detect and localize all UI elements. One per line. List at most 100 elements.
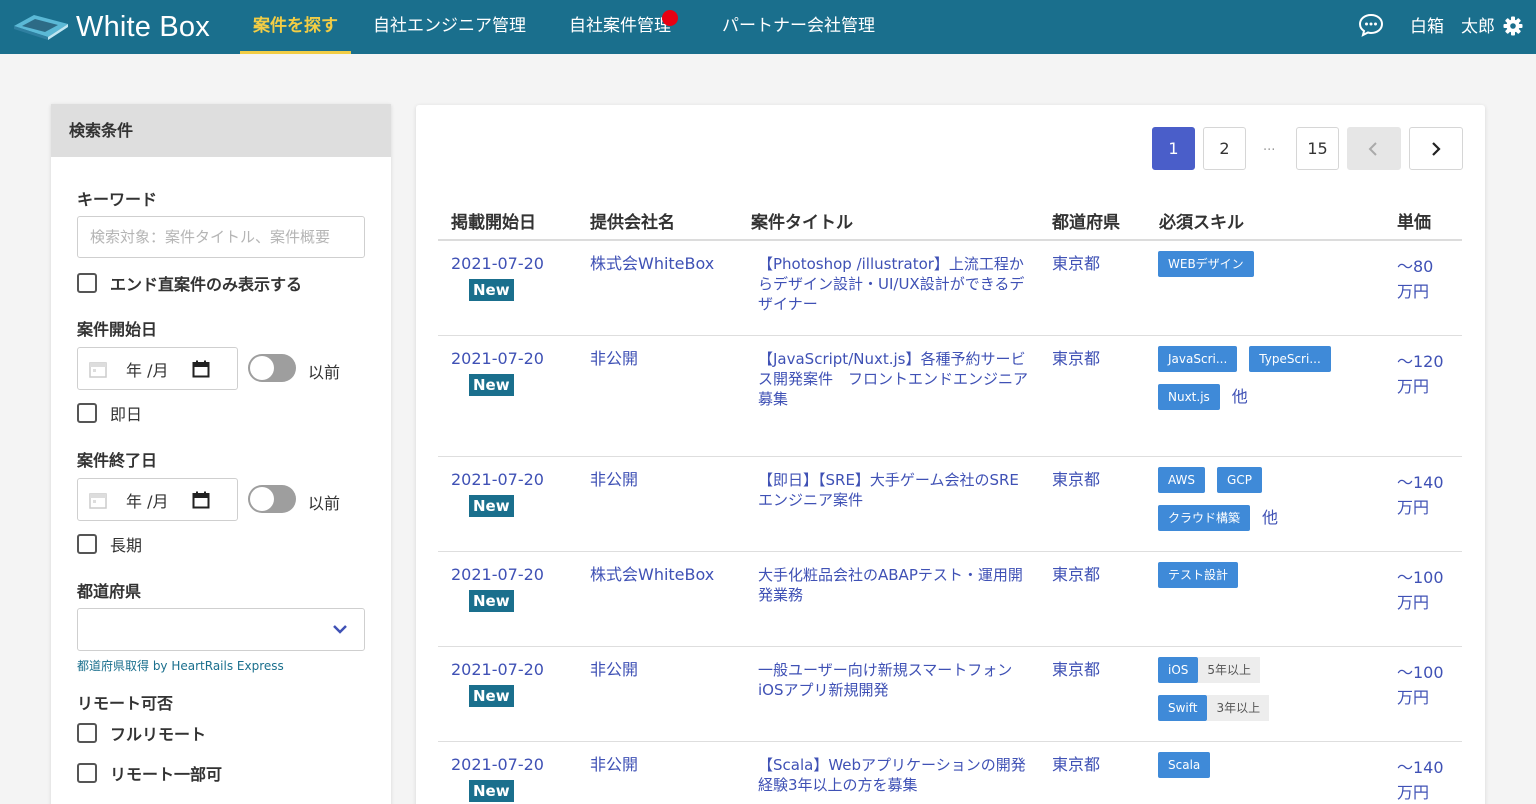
company-name[interactable]: 非公開 (590, 349, 638, 369)
notification-dot (662, 10, 678, 26)
unit-price[interactable]: 〜140 万円 (1397, 470, 1444, 520)
new-badge: New (469, 374, 514, 396)
col-header-prefecture[interactable]: 都道府県 (1052, 208, 1120, 233)
skill-chip[interactable]: TypeScri... (1249, 346, 1331, 372)
table-row[interactable]: 2021-07-20 New 非公開 【即日】【SRE】大手ゲーム会社のSREエンジニ… (438, 457, 1462, 552)
project-title[interactable]: 一般ユーザー向け新規スマートフォンiOSアプリ新規開発 (758, 660, 1028, 700)
calendar-placeholder-icon (89, 361, 107, 378)
immediate-checkbox[interactable]: 即日 (77, 402, 142, 424)
prefecture-credit[interactable]: 都道府県取得 by HeartRails Express (77, 657, 284, 674)
posted-date[interactable]: 2021-07-20 (451, 470, 544, 490)
posted-date[interactable]: 2021-07-20 (451, 755, 544, 775)
posted-date[interactable]: 2021-07-20 (451, 660, 544, 680)
nav-partner-management[interactable]: パートナー会社管理 (722, 0, 875, 54)
table-row[interactable]: 2021-07-20 New 株式会WhiteBox 大手化粧品会社のABAPテスト・… (438, 552, 1462, 647)
start-date-text: 年 /月 (126, 360, 169, 380)
price-unit: 万円 (1397, 282, 1430, 301)
table-row[interactable]: 2021-07-20 New 非公開 【JavaScript/Nuxt.js】各種予約… (438, 336, 1462, 457)
posted-date[interactable]: 2021-07-20 (451, 349, 544, 369)
project-title[interactable]: 大手化粧品会社のABAPテスト・運用開発業務 (758, 565, 1028, 605)
checkbox-box[interactable] (77, 273, 97, 293)
start-date-before-label: 以前 (308, 363, 341, 382)
prev-page-button[interactable] (1347, 127, 1401, 170)
checkbox-box[interactable] (77, 403, 97, 423)
prefecture[interactable]: 東京都 (1052, 254, 1100, 274)
more-skills-link[interactable]: 他 (1232, 387, 1248, 407)
page-15-button[interactable]: 15 (1296, 127, 1339, 170)
nav-find-projects[interactable]: 案件を探す (240, 0, 351, 54)
checkbox-box[interactable] (77, 763, 97, 783)
company-name[interactable]: 非公開 (590, 470, 638, 490)
project-title[interactable]: 【Photoshop /illustrator】上流工程からデザイン設計・UI/… (758, 254, 1028, 314)
page-1-button[interactable]: 1 (1152, 127, 1195, 170)
posted-date[interactable]: 2021-07-20 (451, 565, 544, 585)
table-row[interactable]: 2021-07-20 New 株式会WhiteBox 【Photoshop /illu… (438, 241, 1462, 336)
posted-date[interactable]: 2021-07-20 (451, 254, 544, 274)
end-direct-checkbox[interactable]: エンド直案件のみ表示する (77, 272, 302, 294)
skill-chip[interactable]: クラウド構築 (1158, 505, 1251, 531)
skill-chip[interactable]: Swift (1158, 695, 1208, 721)
user-first-name[interactable]: 太郎 (1461, 0, 1495, 54)
end-date-input[interactable]: 年 /月 (77, 478, 238, 521)
new-badge: New (469, 590, 514, 612)
skill-chip[interactable]: iOS (1158, 657, 1199, 683)
prefecture[interactable]: 東京都 (1052, 565, 1100, 585)
col-header-skills[interactable]: 必須スキル (1159, 208, 1244, 233)
unit-price[interactable]: 〜100 万円 (1397, 660, 1444, 710)
chat-icon[interactable] (1358, 13, 1384, 41)
unit-price[interactable]: 〜120 万円 (1397, 349, 1444, 399)
skill-chip[interactable]: GCP (1217, 467, 1262, 493)
nav-project-management[interactable]: 自社案件管理 (569, 0, 671, 54)
skill-line: Nuxt.js 他 (1158, 384, 1388, 410)
unit-price[interactable]: 〜80 万円 (1397, 254, 1433, 304)
skill-line: クラウド構築他 (1158, 505, 1388, 531)
skill-chip[interactable]: AWS (1158, 467, 1206, 493)
skill-chip[interactable]: JavaScri... (1158, 346, 1238, 372)
page-2-button[interactable]: 2 (1203, 127, 1246, 170)
calendar-icon[interactable] (192, 491, 210, 509)
col-header-price[interactable]: 単価 (1397, 208, 1431, 233)
next-page-button[interactable] (1409, 127, 1463, 170)
project-title[interactable]: 【即日】【SRE】大手ゲーム会社のSREエンジニア案件 (758, 470, 1028, 510)
prefecture[interactable]: 東京都 (1052, 660, 1100, 680)
company-name[interactable]: 非公開 (590, 660, 638, 680)
full-remote-checkbox[interactable]: フルリモート (77, 722, 206, 744)
skill-chip[interactable]: テスト設計 (1158, 562, 1239, 588)
project-title[interactable]: 【JavaScript/Nuxt.js】各種予約サービス開発案件 フロントエンド… (758, 349, 1028, 409)
price-unit: 万円 (1397, 377, 1430, 396)
logo[interactable]: White Box (12, 8, 210, 46)
table-row[interactable]: 2021-07-20 New 非公開 【Scala】Webアプリケーションの開発経験3… (438, 742, 1462, 804)
company-name[interactable]: 株式会WhiteBox (590, 565, 714, 585)
col-header-title[interactable]: 案件タイトル (751, 208, 853, 233)
more-skills-link[interactable]: 他 (1262, 508, 1278, 528)
calendar-icon[interactable] (192, 360, 210, 378)
prefecture[interactable]: 東京都 (1052, 349, 1100, 369)
unit-price[interactable]: 〜140 万円 (1397, 755, 1444, 804)
gear-icon[interactable] (1503, 16, 1523, 40)
skill-chip[interactable]: Scala (1158, 752, 1211, 778)
table-row[interactable]: 2021-07-20 New 非公開 一般ユーザー向け新規スマートフォンiOSアプリ新… (438, 647, 1462, 742)
skill-chip[interactable]: WEBデザイン (1158, 251, 1254, 277)
partial-remote-checkbox[interactable]: リモート一部可 (77, 762, 222, 784)
remote-label: リモート可否 (77, 694, 174, 713)
end-date-before-toggle[interactable] (248, 485, 296, 513)
keyword-input[interactable] (77, 216, 365, 258)
checkbox-box[interactable] (77, 534, 97, 554)
long-term-checkbox[interactable]: 長期 (77, 533, 142, 555)
user-last-name[interactable]: 白箱 (1410, 0, 1444, 54)
unit-price[interactable]: 〜100 万円 (1397, 565, 1444, 615)
skill-chip[interactable]: Nuxt.js (1158, 384, 1220, 410)
company-name[interactable]: 非公開 (590, 755, 638, 775)
col-header-company[interactable]: 提供会社名 (590, 208, 675, 233)
prefecture[interactable]: 東京都 (1052, 470, 1100, 490)
company-name[interactable]: 株式会WhiteBox (590, 254, 714, 274)
col-header-posted-date[interactable]: 掲載開始日 (451, 208, 536, 233)
checkbox-box[interactable] (77, 723, 97, 743)
calendar-placeholder-icon (89, 492, 107, 509)
start-date-before-toggle[interactable] (248, 354, 296, 382)
prefecture-select[interactable] (77, 608, 365, 651)
project-title[interactable]: 【Scala】Webアプリケーションの開発経験3年以上の方を募集 (758, 755, 1028, 795)
start-date-input[interactable]: 年 /月 (77, 347, 238, 390)
nav-engineer-management[interactable]: 自社エンジニア管理 (373, 0, 526, 54)
prefecture[interactable]: 東京都 (1052, 755, 1100, 775)
